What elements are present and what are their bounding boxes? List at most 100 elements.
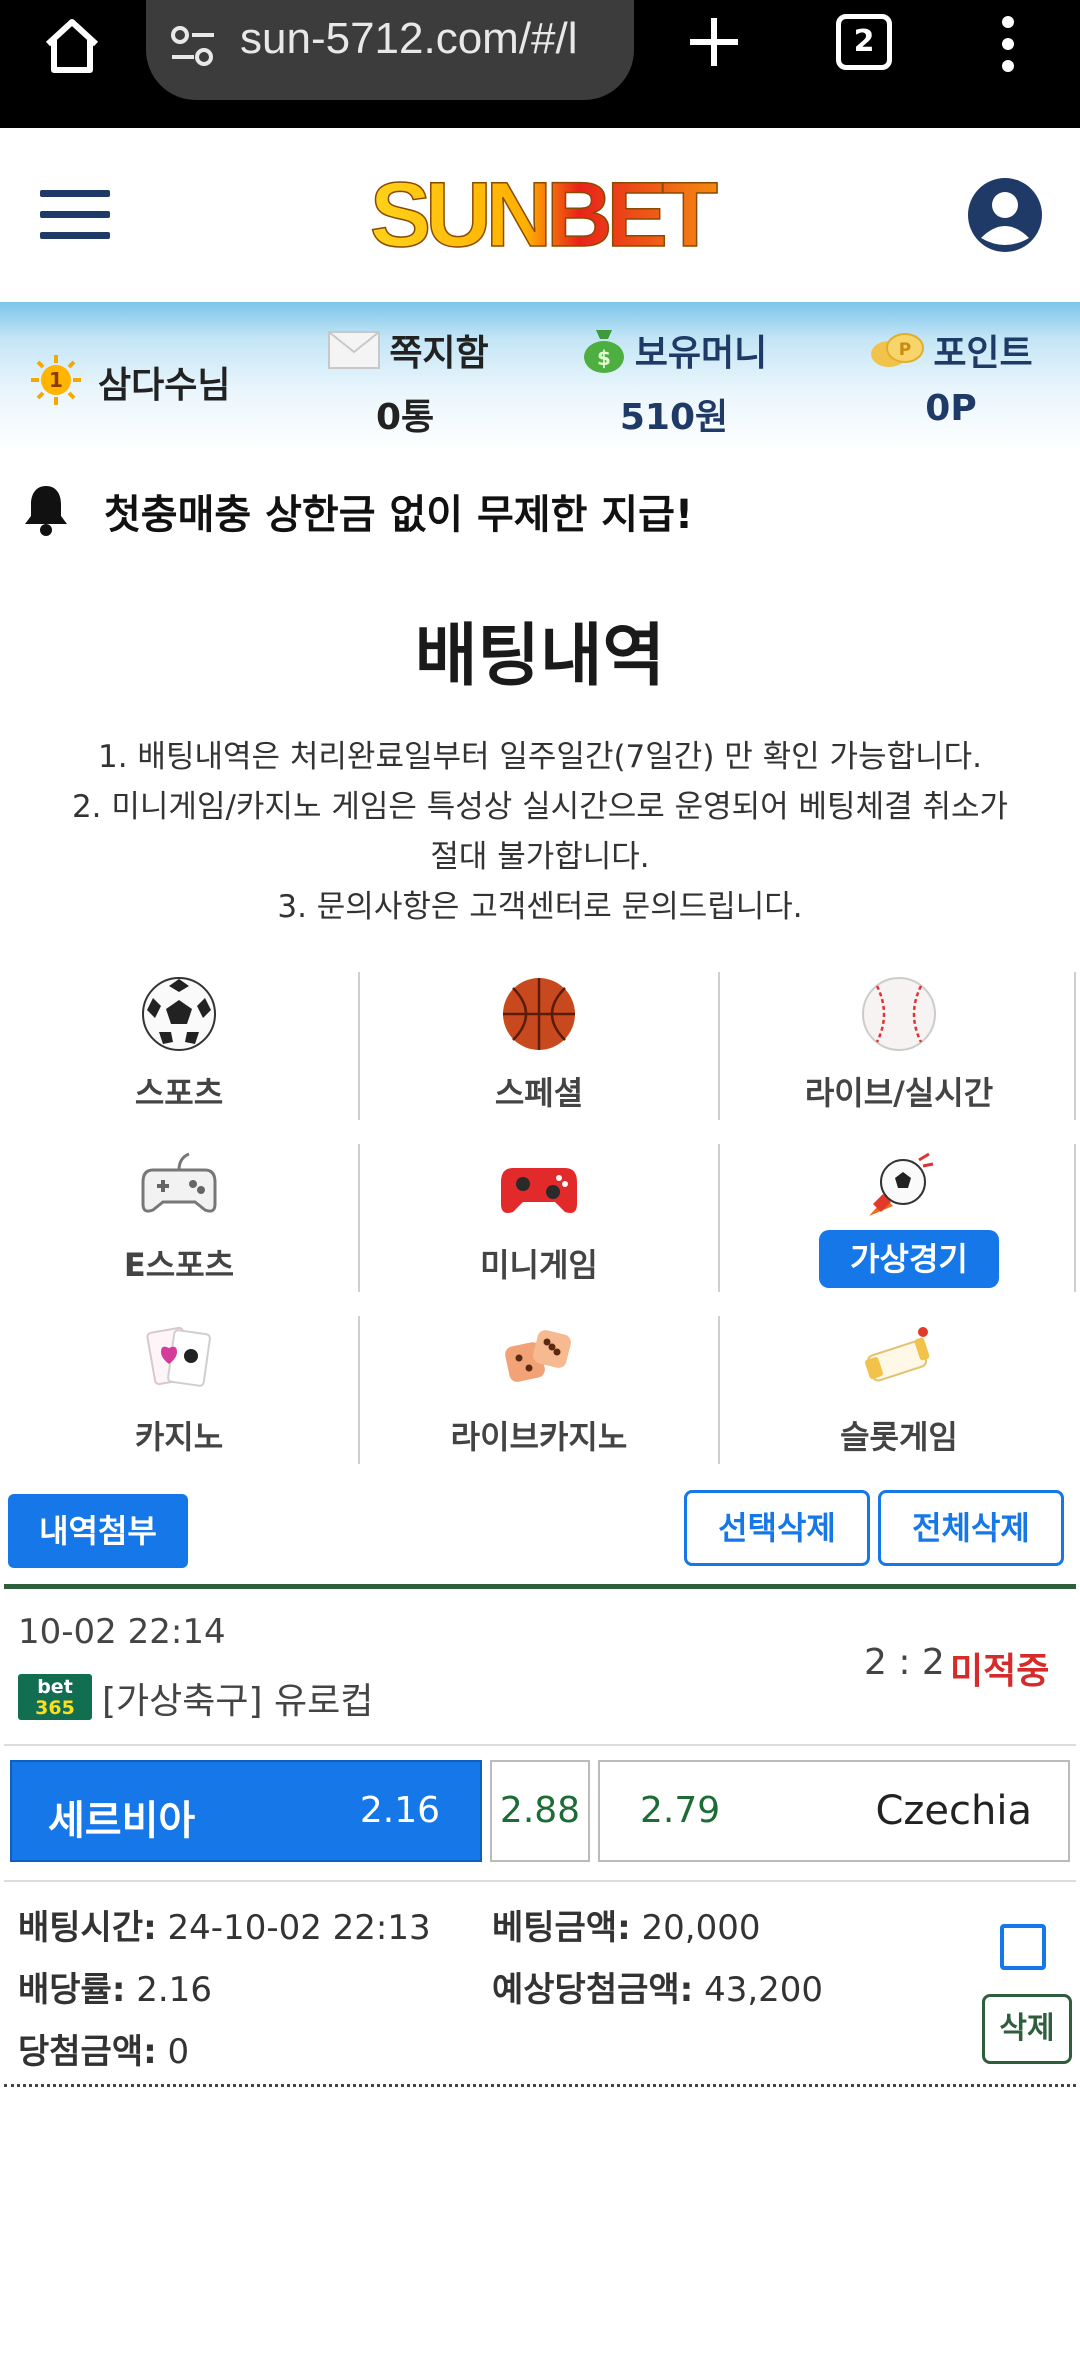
away-odd[interactable]: 2.79 Czechia — [598, 1760, 1070, 1862]
category-label: 스페셜 — [494, 1074, 584, 1112]
category-label: 스포츠 — [134, 1074, 224, 1112]
red-controller-icon — [501, 1168, 577, 1213]
category-grid: 스포츠 스페셜 라이브/실시간 E스포츠 미니게임 가상경기 카지노 라이브카지… — [0, 966, 1080, 1466]
category-esports[interactable]: E스포츠 — [0, 1138, 358, 1288]
category-label: 라이브/실시간 — [804, 1074, 994, 1112]
soccer-ball-icon — [142, 977, 216, 1051]
delete-all-button[interactable]: 전체삭제 — [878, 1490, 1064, 1566]
member-info-bar: 1 삼다수님 쪽지함 0통 $ 보유머니 510원 P 포인트 0P — [0, 302, 1080, 452]
provider-bottom: 365 — [35, 1697, 75, 1719]
league-name: [가상축구] 유로컵 — [102, 1681, 374, 1722]
category-special[interactable]: 스페셜 — [360, 966, 718, 1116]
grid-divider — [718, 972, 720, 1120]
url-text[interactable]: sun-5712.com/#/l — [240, 14, 620, 64]
category-label: E스포츠 — [123, 1246, 235, 1284]
category-label-active: 가상경기 — [819, 1230, 999, 1288]
home-odd: 2.16 — [359, 1790, 440, 1831]
user-account-icon[interactable] — [966, 176, 1044, 254]
dice-icon — [505, 1330, 571, 1382]
category-live[interactable]: 라이브/실시간 — [720, 966, 1078, 1116]
expected-win: 43,200 — [693, 1970, 824, 2010]
category-minigame[interactable]: 미니게임 — [360, 1138, 718, 1288]
bet-amount-label: 베팅금액: — [492, 1908, 631, 1948]
category-sports[interactable]: 스포츠 — [0, 966, 358, 1116]
point-value: 0P — [925, 388, 977, 429]
rule-line: 절대 불가합니다. — [430, 839, 650, 875]
point-box[interactable]: P 포인트 0P — [856, 324, 1046, 429]
money-bag-icon: $ — [583, 330, 624, 373]
category-label: 슬롯게임 — [840, 1418, 958, 1456]
notice-text: 첫충매충 상한금 없이 무제한 지급! — [104, 492, 694, 538]
category-label: 미니게임 — [480, 1246, 598, 1284]
away-odd-value: 2.79 — [640, 1790, 721, 1831]
provider-top: bet — [37, 1676, 73, 1698]
win-amount-label: 당첨금액: — [18, 2032, 157, 2072]
page-title: 배팅내역 — [414, 617, 666, 696]
message-label: 쪽지함 — [389, 333, 489, 374]
delete-bet-button[interactable]: 삭제 — [982, 1994, 1072, 2064]
sunbet-logo[interactable]: SUNBET — [356, 168, 726, 264]
rocket-ball-icon — [869, 1152, 934, 1216]
bet365-logo: bet 365 — [18, 1674, 92, 1720]
odds-value: 2.16 — [125, 1970, 212, 2010]
balance-label: 보유머니 — [634, 333, 768, 374]
nickname: 삼다수님 — [98, 365, 231, 406]
notice-bar[interactable]: 첫충매충 상한금 없이 무제한 지급! — [0, 452, 1080, 562]
bet-time-row: 배팅시간: 24-10-02 22:13 — [18, 1900, 431, 1949]
divider — [4, 1584, 1076, 1589]
grid-divider — [1074, 1144, 1076, 1292]
svg-text:1: 1 — [49, 368, 63, 392]
category-virtual[interactable]: 가상경기 — [720, 1138, 1078, 1288]
message-count: 0통 — [376, 397, 435, 438]
more-menu-icon[interactable] — [996, 14, 1020, 74]
bet-result-badge: 미적중 — [950, 1651, 1050, 1692]
select-checkbox[interactable] — [1000, 1924, 1046, 1970]
divider — [4, 1880, 1076, 1882]
draw-odd[interactable]: 2.88 — [490, 1760, 590, 1862]
bet-datetime: 10-02 22:14 — [18, 1612, 226, 1652]
win-amount: 0 — [156, 2032, 190, 2072]
home-odd-selected[interactable]: 세르비아 2.16 — [10, 1760, 482, 1862]
point-label: 포인트 — [933, 333, 1033, 374]
cards-icon — [146, 1326, 211, 1387]
category-slot[interactable]: 슬롯게임 — [720, 1310, 1078, 1460]
basketball-icon — [503, 978, 575, 1050]
bet-time-label: 배팅시간: — [18, 1908, 157, 1948]
category-label: 라이브카지노 — [450, 1418, 628, 1456]
svg-text:$: $ — [597, 346, 611, 370]
bet-amount: 20,000 — [630, 1908, 761, 1948]
level-badge-icon: 1 — [31, 355, 81, 405]
bet-time: 24-10-02 22:13 — [156, 1908, 431, 1948]
address-bar[interactable]: sun-5712.com/#/l — [146, 0, 634, 100]
away-team: Czechia — [875, 1788, 1032, 1834]
rule-line: 1. 배팅내역은 처리완료일부터 일주일간(7일간) 만 확인 가능합니다. — [98, 739, 982, 775]
balance-value: 510원 — [619, 397, 729, 438]
attach-history-button[interactable]: 내역첨부 — [8, 1494, 188, 1568]
category-label: 카지노 — [134, 1418, 224, 1456]
tab-switcher-button[interactable]: 2 — [836, 14, 892, 70]
hamburger-menu-icon[interactable] — [40, 190, 110, 240]
grid-divider — [718, 1316, 720, 1464]
rule-line: 2. 미니게임/카지노 게임은 특성상 실시간으로 운영되어 베팅체결 취소가 — [71, 789, 1009, 825]
home-icon[interactable] — [40, 14, 104, 78]
expected-win-row: 예상당첨금액: 43,200 — [492, 1962, 823, 2011]
coins-icon: P — [871, 333, 925, 367]
balance-box[interactable]: $ 보유머니 510원 — [574, 324, 774, 440]
bell-icon — [25, 486, 67, 536]
grid-divider — [1074, 972, 1076, 1120]
gamepad-icon — [141, 1152, 217, 1213]
site-header: SUNBET — [0, 128, 1080, 302]
rule-line: 3. 문의사항은 고객센터로 문의드립니다. — [277, 889, 803, 925]
category-live-casino[interactable]: 라이브카지노 — [360, 1310, 718, 1460]
baseball-icon — [862, 977, 936, 1051]
win-amount-row: 당첨금액: 0 — [18, 2024, 189, 2073]
message-box[interactable]: 쪽지함 0통 — [318, 324, 498, 440]
svg-text:P: P — [899, 340, 911, 360]
expected-win-label: 예상당첨금액: — [492, 1970, 694, 2010]
slot-reel-icon — [865, 1327, 930, 1382]
category-casino[interactable]: 카지노 — [0, 1310, 358, 1460]
odds-label: 배당률: — [18, 1970, 126, 2010]
delete-selected-button[interactable]: 선택삭제 — [684, 1490, 870, 1566]
new-tab-icon[interactable] — [686, 14, 742, 70]
site-settings-icon[interactable] — [168, 24, 218, 68]
